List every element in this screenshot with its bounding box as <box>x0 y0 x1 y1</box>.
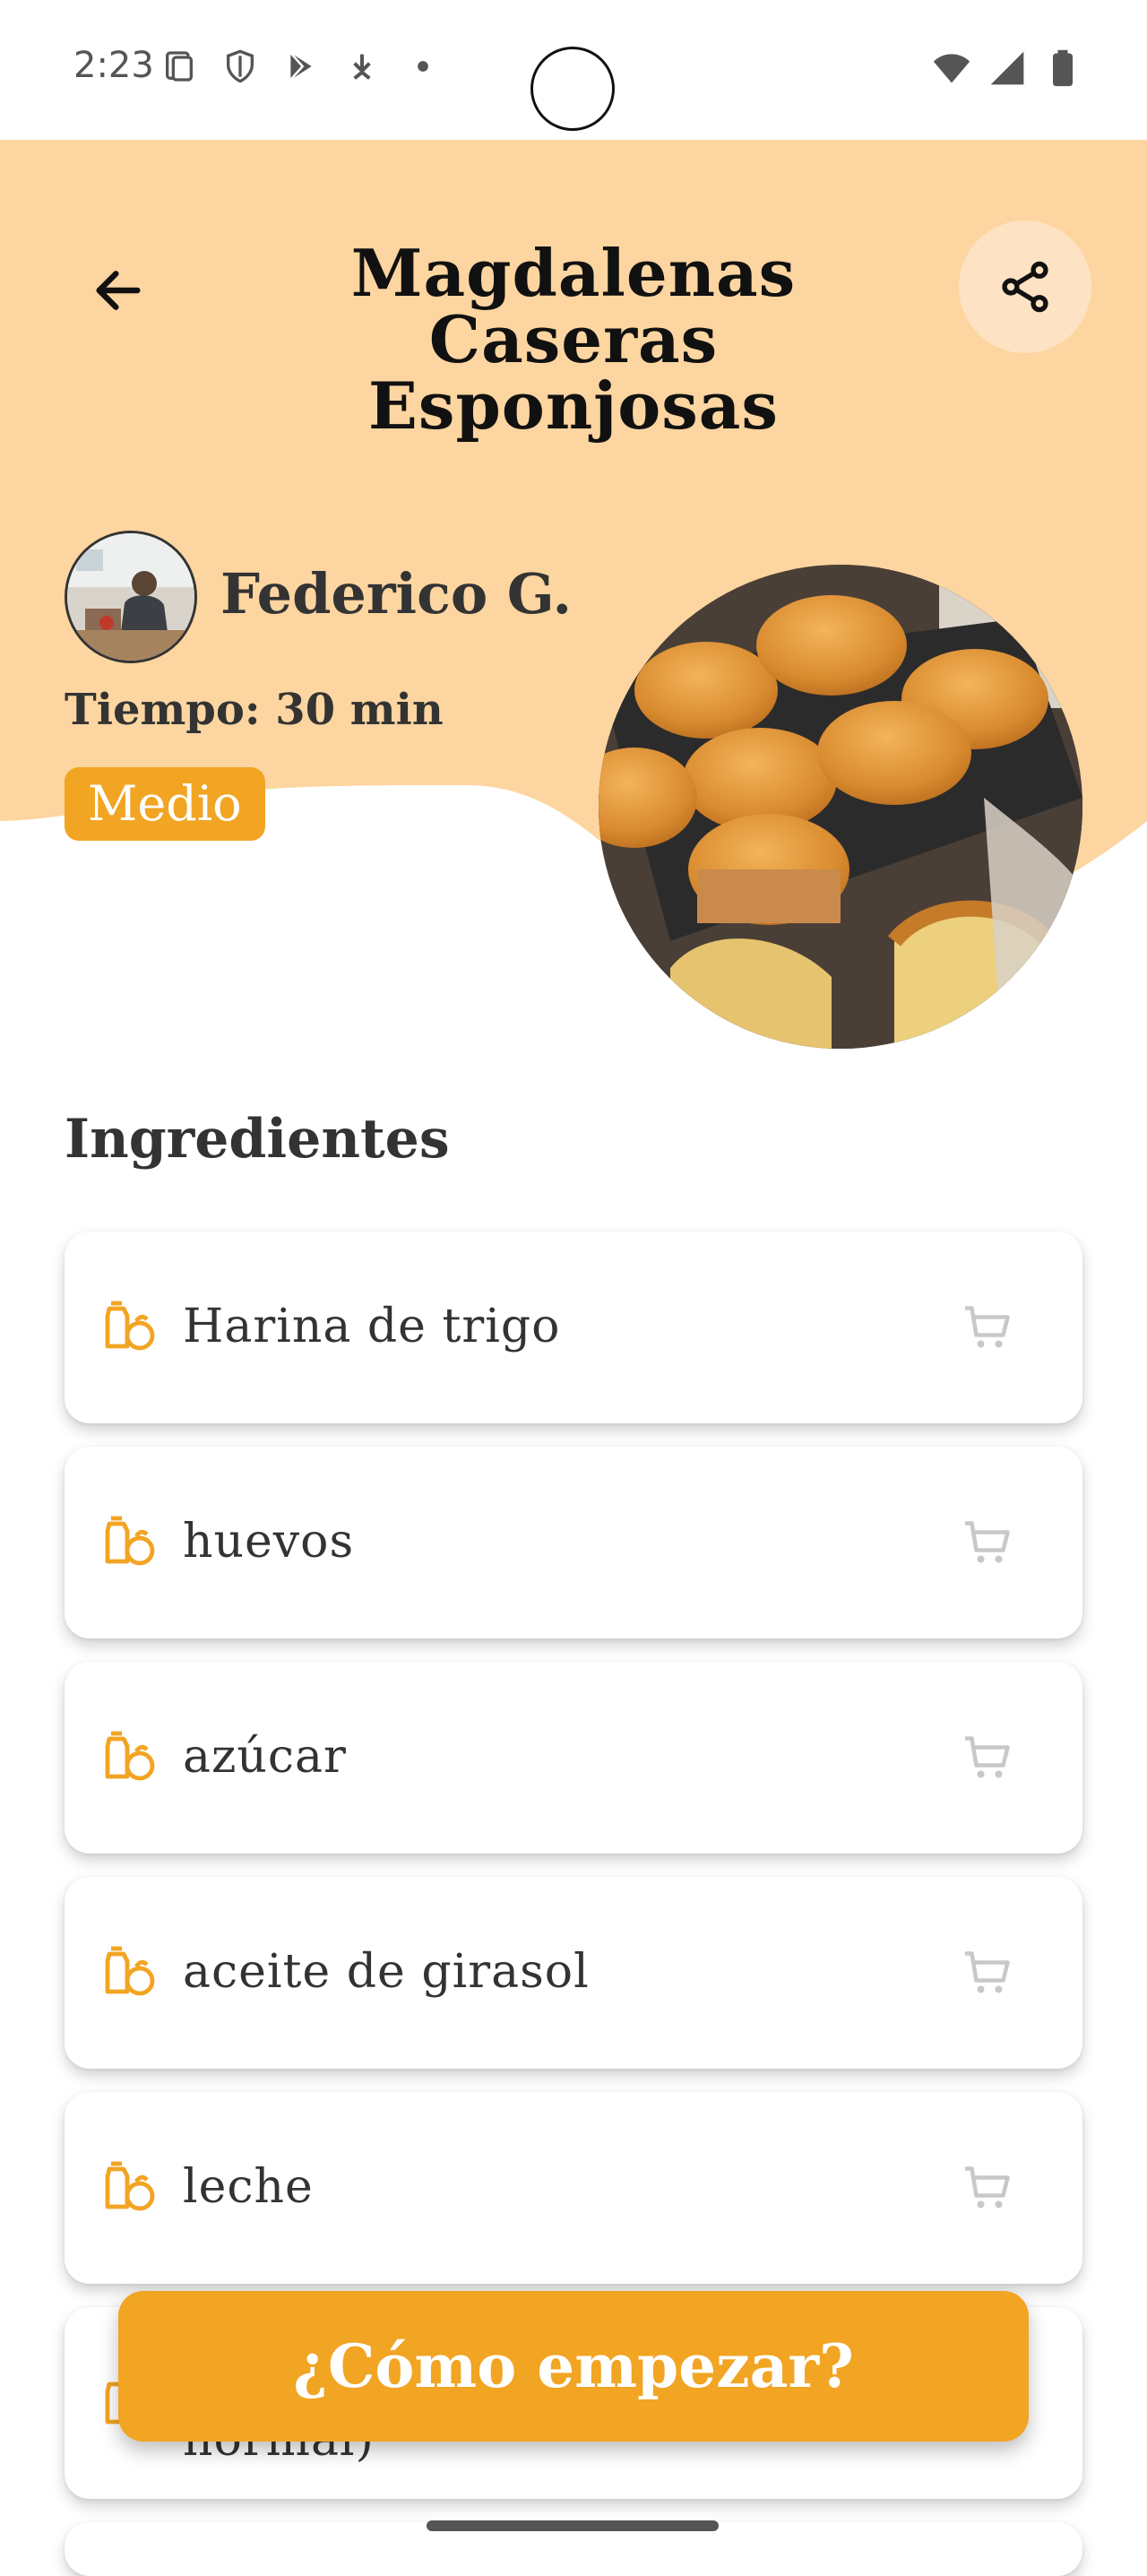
cart-icon[interactable] <box>961 2162 1014 2216</box>
cart-icon[interactable] <box>961 1947 1014 2001</box>
play-store-icon <box>289 52 312 81</box>
ingredient-item[interactable]: huevos <box>65 1447 1082 1638</box>
ingredient-item[interactable]: azúcar <box>65 1662 1082 1854</box>
back-button[interactable] <box>79 251 158 330</box>
arrow-left-icon <box>96 271 141 310</box>
ingredient-jar-icon <box>105 1946 155 1996</box>
start-cooking-button[interactable]: ¿Cómo empezar? <box>118 2291 1029 2442</box>
ingredient-name: aceite de girasol <box>183 1945 590 1999</box>
ingredient-jar-icon <box>105 2161 155 2211</box>
signal-icon <box>990 51 1024 85</box>
author-name[interactable]: Federico G. <box>220 561 572 627</box>
ingredient-jar-icon <box>105 1516 155 1566</box>
system-icons <box>932 48 1082 88</box>
screenshot-icon <box>166 51 193 82</box>
page-title: Magdalenas Caseras Esponjosas <box>206 240 941 439</box>
author-photo <box>67 533 194 661</box>
ingredient-item[interactable]: leche <box>65 2092 1082 2284</box>
cart-icon[interactable] <box>961 1301 1014 1355</box>
camera-cutout <box>530 47 615 131</box>
cart-icon[interactable] <box>961 1517 1014 1570</box>
difficulty-badge: Medio <box>65 767 265 841</box>
shield-icon <box>227 49 254 83</box>
ingredient-jar-icon <box>105 1731 155 1781</box>
title-line-2: Esponjosas <box>368 367 779 444</box>
dot-icon <box>418 61 428 72</box>
recipe-photo <box>599 565 1082 1049</box>
ingredient-name: huevos <box>183 1515 355 1569</box>
download-icon <box>353 54 371 80</box>
author-avatar[interactable] <box>65 531 197 663</box>
battery-icon <box>1053 49 1073 87</box>
ingredient-jar-icon <box>105 1301 155 1351</box>
share-button[interactable] <box>959 220 1091 353</box>
status-bar: 2:23 <box>0 0 1147 140</box>
cart-icon[interactable] <box>961 1732 1014 1785</box>
title-line-1: Magdalenas Caseras <box>350 235 797 377</box>
home-indicator[interactable] <box>427 2520 719 2531</box>
muffins-image <box>599 565 1082 1049</box>
share-icon <box>1002 261 1048 313</box>
prep-time: Tiempo: 30 min <box>65 685 444 735</box>
ingredient-item[interactable]: aceite de girasol <box>65 1877 1082 2069</box>
ingredient-name: azúcar <box>183 1730 347 1784</box>
ingredients-title: Ingredientes <box>65 1108 450 1171</box>
notification-icons <box>161 48 441 84</box>
ingredient-name: leche <box>183 2160 314 2214</box>
ingredient-name: Harina de trigo <box>183 1300 561 1353</box>
ingredient-item[interactable]: Harina de trigo <box>65 1232 1082 1423</box>
wifi-icon <box>933 54 970 83</box>
status-time: 2:23 <box>73 45 154 86</box>
